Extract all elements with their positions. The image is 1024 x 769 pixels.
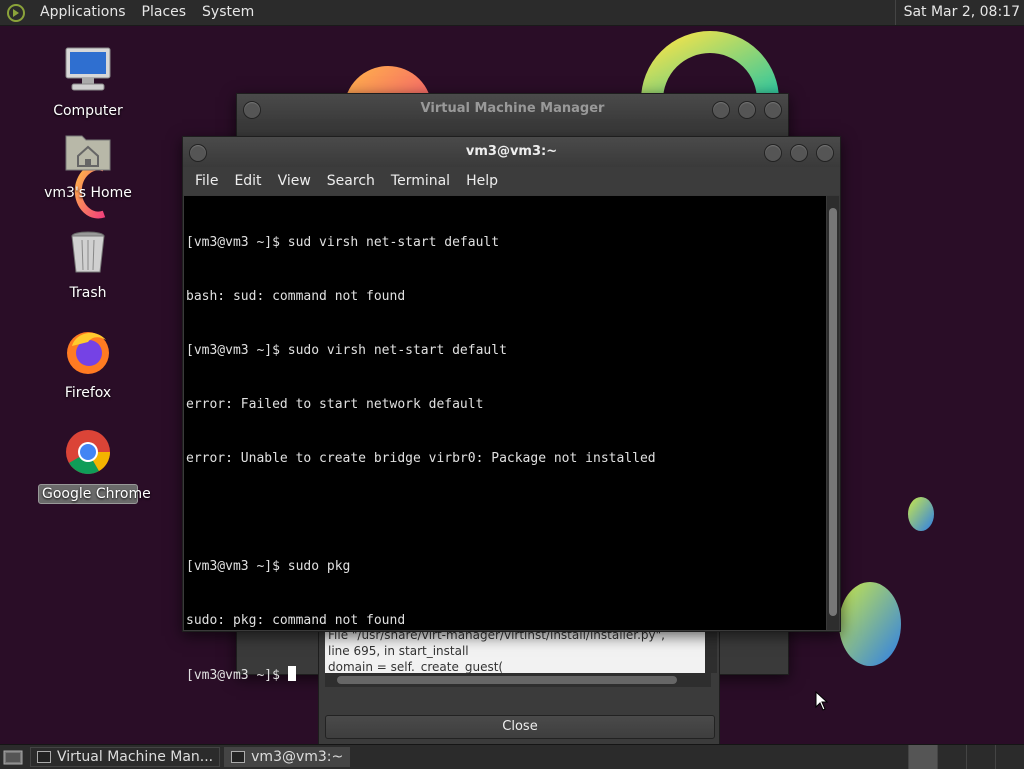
desktop-icon-computer[interactable]: Computer <box>38 44 138 120</box>
terminal-line: error: Unable to create bridge virbr0: P… <box>186 451 656 466</box>
terminal-line: [vm3@vm3 ~]$ sudo virsh net-start defaul… <box>186 343 507 358</box>
taskbar-item-terminal[interactable]: vm3@vm3:~ <box>224 747 351 767</box>
mouse-pointer-icon <box>815 691 829 711</box>
taskbar-item-label: vm3@vm3:~ <box>251 749 344 765</box>
desktop-icon-label: vm3's Home <box>44 185 132 201</box>
firefox-icon <box>67 332 109 374</box>
scrollbar-thumb[interactable] <box>829 208 837 616</box>
menu-help[interactable]: Help <box>458 173 506 189</box>
terminal-prompt: [vm3@vm3 ~]$ <box>186 668 288 683</box>
terminal-scrollbar[interactable] <box>827 196 839 630</box>
terminal-window: vm3@vm3:~ File Edit View Search Terminal… <box>182 136 841 683</box>
vmm-app-icon <box>37 751 51 763</box>
vmm-titlebar[interactable]: Virtual Machine Manager <box>237 94 788 124</box>
window-menu-button[interactable] <box>243 101 261 119</box>
maximize-button[interactable] <box>738 101 756 119</box>
desktop-icon-label: Google Chrome <box>38 484 151 504</box>
distro-logo-icon[interactable] <box>6 3 26 23</box>
menu-system[interactable]: System <box>194 0 262 25</box>
maximize-button[interactable] <box>790 144 808 162</box>
vmm-title: Virtual Machine Manager <box>420 101 605 116</box>
close-window-button[interactable] <box>764 101 782 119</box>
taskbar-item-vmm[interactable]: Virtual Machine Man... <box>30 747 221 767</box>
workspace-1[interactable] <box>908 745 937 769</box>
bottom-taskbar: Virtual Machine Man... vm3@vm3:~ <box>0 744 1024 769</box>
terminal-menubar: File Edit View Search Terminal Help <box>183 167 840 195</box>
terminal-line: [vm3@vm3 ~]$ sudo pkg <box>186 559 351 574</box>
top-panel: Applications Places System Sat Mar 2, 08… <box>0 0 1024 26</box>
terminal-titlebar[interactable]: vm3@vm3:~ <box>183 137 840 167</box>
close-window-button[interactable] <box>816 144 834 162</box>
terminal-title: vm3@vm3:~ <box>465 144 558 159</box>
desktop-icon-home[interactable]: vm3's Home <box>38 126 138 202</box>
chrome-icon <box>66 430 110 474</box>
menu-edit[interactable]: Edit <box>226 173 269 189</box>
workspace-4[interactable] <box>995 745 1024 769</box>
desktop-icon-google-chrome[interactable]: Google Chrome <box>38 426 151 504</box>
menu-search[interactable]: Search <box>319 173 383 189</box>
terminal-cursor <box>287 666 296 681</box>
window-menu-button[interactable] <box>189 144 207 162</box>
terminal-prompt-line[interactable]: [vm3@vm3 ~]$ <box>186 666 826 684</box>
trash-icon <box>71 231 105 273</box>
workspace-2[interactable] <box>937 745 966 769</box>
desktop-icon-label: Computer <box>53 103 123 119</box>
computer-icon <box>65 47 111 91</box>
show-desktop-icon[interactable] <box>2 747 24 767</box>
desktop-icon-label: Trash <box>69 285 107 301</box>
minimize-button[interactable] <box>764 144 782 162</box>
menu-applications[interactable]: Applications <box>32 0 134 25</box>
menu-terminal[interactable]: Terminal <box>383 173 458 189</box>
menu-places[interactable]: Places <box>134 0 195 25</box>
terminal-app-icon <box>231 751 246 763</box>
desktop-icon-label: Firefox <box>64 385 112 401</box>
terminal-line: bash: sud: command not found <box>186 289 406 304</box>
desktop-icon-trash[interactable]: Trash <box>38 226 138 302</box>
terminal-line: sudo: pkg: command not found <box>186 613 406 628</box>
terminal-line: error: Failed to start network default <box>186 397 484 412</box>
home-folder-icon <box>65 135 111 171</box>
taskbar-item-label: Virtual Machine Man... <box>57 749 214 765</box>
menu-file[interactable]: File <box>187 173 226 189</box>
panel-clock[interactable]: Sat Mar 2, 08:17 <box>894 0 1020 25</box>
menu-view[interactable]: View <box>270 173 319 189</box>
terminal-output[interactable]: [vm3@vm3 ~]$ sud virsh net-start default… <box>184 196 826 683</box>
desktop-icon-firefox[interactable]: Firefox <box>38 326 138 402</box>
terminal-line: [vm3@vm3 ~]$ sud virsh net-start default <box>186 235 500 250</box>
workspace-switcher <box>908 745 1024 769</box>
workspace-3[interactable] <box>966 745 995 769</box>
minimize-button[interactable] <box>712 101 730 119</box>
